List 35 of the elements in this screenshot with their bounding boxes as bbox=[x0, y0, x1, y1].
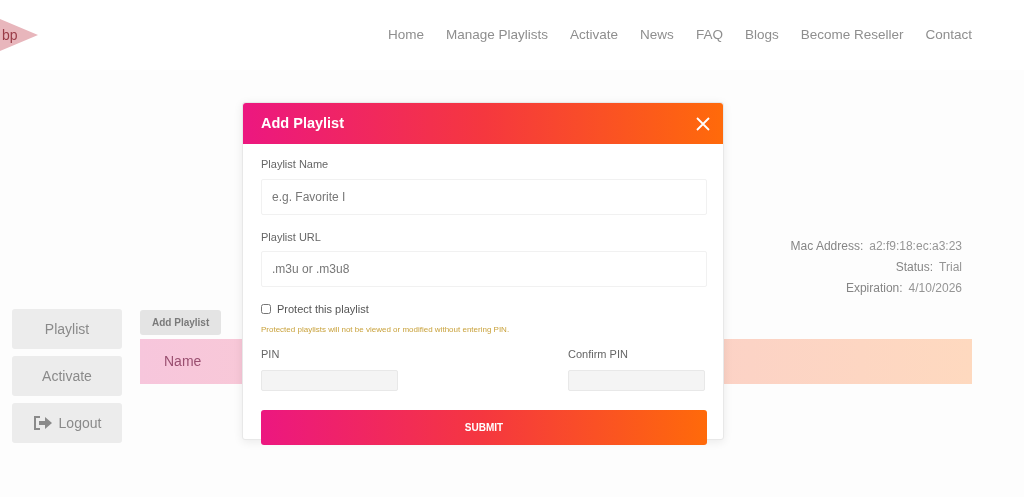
sidebar-button[interactable]: Activate bbox=[12, 356, 122, 396]
column-header: Name bbox=[164, 352, 202, 371]
info-label: Mac Address: bbox=[790, 239, 864, 253]
info-value: a2:f9:18:ec:a3:23 bbox=[869, 239, 962, 253]
info-label: Expiration: bbox=[845, 281, 903, 295]
nav-link[interactable]: Manage Playlists bbox=[446, 24, 549, 46]
nav-link[interactable]: News bbox=[640, 24, 674, 46]
checkbox-label: Protect this playlist bbox=[277, 302, 369, 317]
field-label: PIN bbox=[261, 346, 281, 362]
field-label: Playlist URL bbox=[261, 229, 322, 245]
submit-button[interactable]: SUBMIT bbox=[261, 410, 707, 445]
nav-link[interactable]: Blogs bbox=[744, 24, 779, 46]
logout-icon bbox=[32, 415, 53, 431]
logo-text: bp bbox=[2, 25, 18, 45]
nav-link[interactable]: Contact bbox=[925, 24, 972, 46]
hint-text: Protected playlists will not be viewed or modified without entering PIN. bbox=[261, 323, 511, 336]
field-label: Playlist Name bbox=[261, 157, 330, 172]
field-label: Confirm PIN bbox=[568, 346, 629, 362]
modal-title: Add Playlist bbox=[261, 113, 344, 133]
nav-link[interactable]: Become Reseller bbox=[800, 24, 904, 46]
info-value: Trial bbox=[939, 260, 962, 274]
input-field[interactable]: .m3u or .m3u8 bbox=[261, 251, 707, 287]
info-label: Status: bbox=[895, 260, 934, 274]
sidebar-button[interactable]: Logout bbox=[12, 403, 122, 443]
info-value: 4/10/2026 bbox=[908, 281, 962, 295]
add-playlist-button[interactable]: Add Playlist bbox=[140, 310, 222, 335]
close-button[interactable] bbox=[695, 115, 711, 132]
sidebar-button[interactable]: Playlist bbox=[12, 309, 122, 349]
logo-icon bbox=[0, 17, 40, 53]
protect-checkbox[interactable] bbox=[261, 304, 271, 315]
nav-link[interactable]: FAQ bbox=[695, 24, 723, 46]
nav-link[interactable]: Activate bbox=[570, 24, 619, 46]
input-field[interactable]: e.g. Favorite I bbox=[261, 178, 707, 215]
close-icon bbox=[695, 115, 711, 132]
nav-link[interactable]: Home bbox=[388, 24, 424, 46]
